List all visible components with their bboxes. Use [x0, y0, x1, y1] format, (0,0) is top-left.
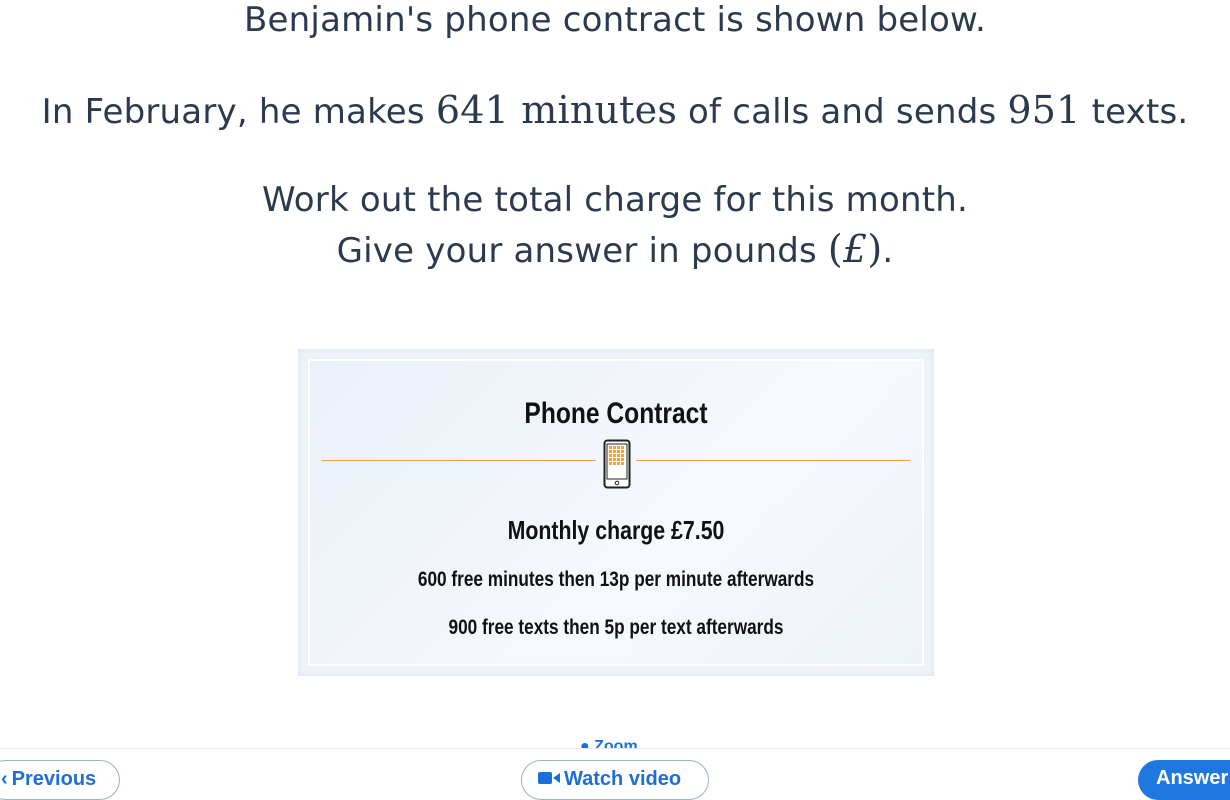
- question-units-text: Give your answer in pounds: [336, 231, 828, 271]
- watch-video-label: Watch video: [564, 768, 682, 790]
- divider-right: [636, 460, 910, 461]
- watch-video-button[interactable]: Watch video: [521, 760, 709, 800]
- question-line-2: In February, he makes 641 minutes of cal…: [0, 88, 1230, 132]
- zoom-icon: ●: [580, 738, 590, 748]
- answer-label: Answer: [1156, 767, 1229, 789]
- question-text: of calls and sends: [677, 92, 1008, 132]
- footer-divider: [0, 748, 1230, 749]
- chevron-left-icon: ‹: [1, 768, 8, 790]
- question-instruction-text: Work out the total charge for this month…: [261, 180, 969, 220]
- question-line-3: Work out the total charge for this month…: [0, 180, 1230, 220]
- question-text: .: [882, 231, 894, 271]
- smartphone-icon: [603, 439, 631, 489]
- paren-open: (: [827, 227, 843, 271]
- phone-contract-card-inner: Phone Contract Monthly charge £7.50 600 …: [308, 359, 924, 666]
- texts-allowance: 900 free texts then 5p per text afterwar…: [448, 616, 784, 639]
- question-line-1: Benjamin's phone contract is shown below…: [0, 0, 1230, 40]
- answer-button[interactable]: Answer: [1138, 760, 1230, 800]
- divider-left: [322, 460, 596, 461]
- zoom-label: Zoom: [594, 738, 638, 748]
- question-line-4: Give your answer in pounds (£).: [0, 227, 1230, 271]
- question-text: texts.: [1080, 92, 1189, 132]
- question-intro-text: Benjamin's phone contract is shown below…: [244, 0, 986, 40]
- monthly-charge: Monthly charge £7.50: [507, 515, 725, 545]
- minutes-value: 641: [435, 88, 509, 132]
- contract-title: Phone Contract: [524, 397, 708, 430]
- texts-value: 951: [1007, 88, 1081, 132]
- minutes-allowance: 600 free minutes then 13p per minute aft…: [417, 568, 815, 591]
- previous-label: Previous: [11, 768, 97, 790]
- video-camera-icon: [538, 772, 560, 784]
- previous-button[interactable]: ‹ Previous: [0, 760, 120, 800]
- phone-contract-card: Phone Contract Monthly charge £7.50 600 …: [298, 349, 934, 676]
- paren-close: ): [867, 227, 883, 271]
- zoom-button[interactable]: ● Zoom: [580, 738, 638, 748]
- pound-symbol: £: [842, 227, 868, 271]
- minutes-unit: minutes: [521, 88, 678, 132]
- math-space: [509, 88, 521, 132]
- question-text: In February, he makes: [41, 92, 436, 132]
